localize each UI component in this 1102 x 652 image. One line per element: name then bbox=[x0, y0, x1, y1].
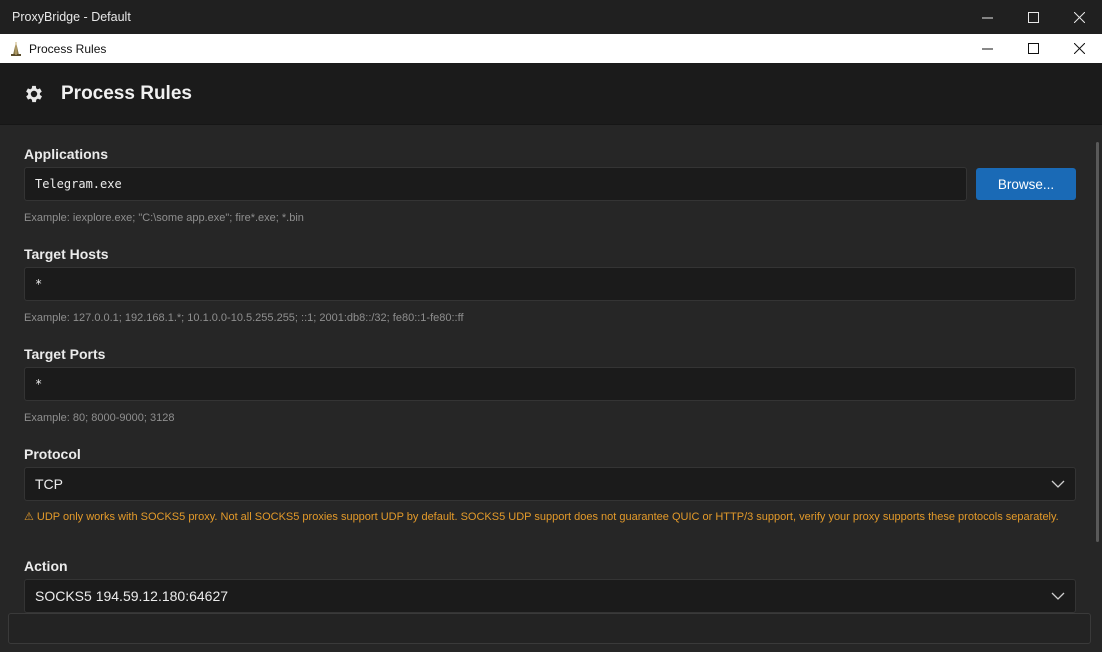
target-ports-input-value: * bbox=[35, 377, 43, 391]
applications-hint: Example: iexplore.exe; "C:\some app.exe"… bbox=[24, 212, 304, 224]
close-icon bbox=[1073, 43, 1085, 54]
gear-icon bbox=[26, 85, 42, 102]
browse-button[interactable]: Browse... bbox=[976, 168, 1076, 200]
protocol-selected-value: TCP bbox=[35, 476, 63, 492]
dialog-window-controls bbox=[964, 34, 1102, 63]
dialog-titlebar: Process Rules bbox=[0, 34, 1102, 63]
minimize-icon bbox=[981, 48, 993, 50]
applications-input[interactable]: Telegram.exe bbox=[24, 167, 967, 201]
target-ports-hint: Example: 80; 8000-9000; 3128 bbox=[24, 412, 175, 424]
chevron-down-icon bbox=[1051, 480, 1065, 488]
app-logo-icon bbox=[11, 41, 21, 56]
target-hosts-hint: Example: 127.0.0.1; 192.168.1.*; 10.1.0.… bbox=[24, 312, 464, 324]
dialog-minimize-button[interactable] bbox=[964, 34, 1010, 63]
protocol-label: Protocol bbox=[24, 446, 81, 462]
udp-warning: ⚠ UDP only works with SOCKS5 proxy. Not … bbox=[24, 511, 1059, 523]
dialog-close-button[interactable] bbox=[1056, 34, 1102, 63]
target-hosts-label: Target Hosts bbox=[24, 246, 109, 262]
protocol-select[interactable]: TCP bbox=[24, 467, 1076, 501]
scrollbar[interactable] bbox=[1096, 142, 1099, 542]
maximize-icon bbox=[1027, 11, 1039, 23]
target-ports-input[interactable]: * bbox=[24, 367, 1076, 401]
action-label: Action bbox=[24, 558, 68, 574]
dialog-maximize-button[interactable] bbox=[1010, 34, 1056, 63]
outer-minimize-button[interactable] bbox=[964, 0, 1010, 34]
outer-window-controls bbox=[964, 0, 1102, 34]
action-select[interactable]: SOCKS5 194.59.12.180:64627 bbox=[24, 579, 1076, 613]
footer-panel bbox=[8, 613, 1091, 644]
page-title: Process Rules bbox=[61, 82, 192, 104]
applications-input-value: Telegram.exe bbox=[35, 177, 122, 191]
target-ports-label: Target Ports bbox=[24, 346, 106, 362]
minimize-icon bbox=[981, 17, 993, 18]
page-header: Process Rules bbox=[0, 63, 1102, 125]
outer-close-button[interactable] bbox=[1056, 0, 1102, 34]
applications-label: Applications bbox=[24, 146, 109, 162]
target-hosts-input-value: * bbox=[35, 277, 43, 291]
outer-window-title: ProxyBridge - Default bbox=[12, 10, 131, 24]
close-icon bbox=[1073, 11, 1085, 23]
action-selected-value: SOCKS5 194.59.12.180:64627 bbox=[35, 588, 229, 604]
maximize-icon bbox=[1027, 43, 1039, 54]
chevron-down-icon bbox=[1051, 592, 1065, 600]
target-hosts-input[interactable]: * bbox=[24, 267, 1076, 301]
outer-maximize-button[interactable] bbox=[1010, 0, 1056, 34]
dialog-title: Process Rules bbox=[29, 41, 107, 56]
outer-window-titlebar: ProxyBridge - Default bbox=[0, 0, 1102, 34]
